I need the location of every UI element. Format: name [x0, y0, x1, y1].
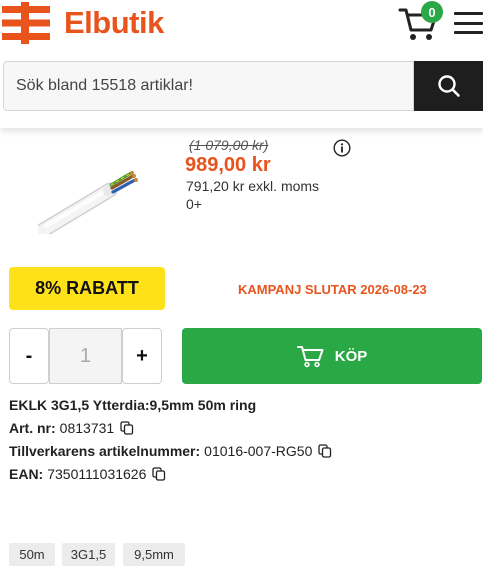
product-title: EKLK 3G1,5 Ytterdia:9,5mm 50m ring: [9, 397, 257, 413]
search-bar: [3, 61, 483, 111]
copy-icon[interactable]: [152, 467, 166, 481]
buy-button-label: KÖP: [334, 347, 368, 365]
copy-icon[interactable]: [318, 444, 332, 458]
search-icon: [437, 75, 460, 97]
elbutik-logo-icon: [2, 2, 50, 44]
article-number-value: 0813731: [59, 420, 115, 436]
search-button[interactable]: [414, 61, 483, 111]
ean-value: 7350111031626: [47, 466, 147, 482]
menu-bar: [454, 21, 483, 25]
copy-icon[interactable]: [120, 421, 134, 435]
cart-count-badge[interactable]: 0: [421, 1, 443, 23]
manufacturer-number-label: Tillverkarens artikelnummer:: [9, 443, 201, 459]
quantity-decrease-button[interactable]: -: [9, 328, 49, 384]
campaign-end-text: KAMPANJ SLUTAR 2026-08-23: [238, 282, 427, 297]
price-excluding-vat: 791,20 kr exkl. moms: [186, 178, 320, 194]
menu-bar: [454, 12, 483, 15]
menu-bar: [454, 31, 483, 34]
manufacturer-number-row: Tillverkarens artikelnummer: 01016-007-R…: [9, 443, 332, 459]
article-number-label: Art. nr:: [9, 420, 56, 436]
site-header: Elbutik 0: [0, 0, 483, 128]
manufacturer-number-value: 01016-007-RG50: [204, 443, 313, 459]
product-tag[interactable]: 3G1,5: [62, 543, 115, 566]
discount-badge: 8% RABATT: [9, 267, 165, 310]
elbutik-logo[interactable]: Elbutik: [2, 0, 164, 46]
buy-button[interactable]: KÖP: [182, 328, 482, 384]
quantity-increase-button[interactable]: +: [122, 328, 162, 384]
ean-label: EAN:: [9, 466, 44, 482]
product-image[interactable]: [38, 170, 138, 234]
article-number-row: Art. nr: 0813731: [9, 420, 134, 436]
info-icon[interactable]: [333, 139, 351, 157]
stock-status: 0+: [186, 196, 202, 212]
menu-icon[interactable]: [454, 12, 483, 34]
product-tag[interactable]: 9,5mm: [123, 543, 185, 566]
ean-row: EAN: 7350111031626: [9, 466, 166, 482]
cart-icon: [296, 346, 324, 368]
product-tag[interactable]: 50m: [9, 543, 55, 566]
original-price: (1 079,00 kr): [189, 137, 269, 153]
quantity-input[interactable]: [49, 328, 122, 384]
current-price: 989,00 kr: [185, 154, 271, 176]
brand-name: Elbutik: [64, 5, 164, 40]
search-input[interactable]: [3, 61, 414, 111]
